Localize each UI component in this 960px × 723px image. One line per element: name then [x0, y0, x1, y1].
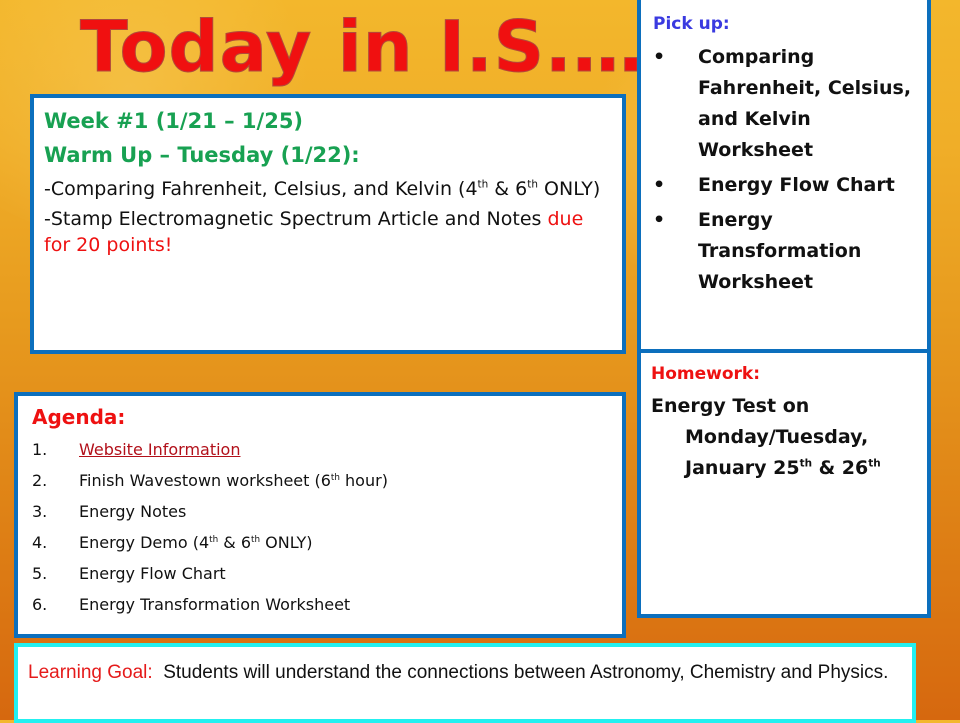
right-panel: Pick up: • Comparing Fahrenheit, Celsius,…: [637, 0, 931, 618]
agenda-heading: Agenda:: [32, 405, 126, 429]
superscript: th: [330, 472, 340, 483]
warmup-item-temperature: -Comparing Fahrenheit, Celsius, and Kelv…: [44, 176, 612, 202]
pickup-list: • Comparing Fahrenheit, Celsius, and Kelv…: [653, 42, 917, 298]
pickup-item: • Energy Transformation Worksheet: [653, 205, 917, 298]
warmup-item-text: ONLY): [537, 178, 601, 200]
warmup-item-text: 6: [515, 178, 528, 200]
agenda-item: 2. Finish Wavestown worksheet (6th hour): [32, 465, 608, 496]
superscript: th: [477, 178, 489, 191]
homework-heading: Homework:: [651, 364, 761, 384]
learning-goal-label: Learning Goal:: [28, 662, 153, 683]
agenda-box: Agenda: 1. Website Information 2. Finish W…: [14, 392, 626, 638]
bullet-icon: •: [653, 46, 666, 68]
superscript: th: [799, 457, 812, 470]
pickup-item: • Energy Flow Chart: [653, 170, 917, 201]
pickup-item: • Comparing Fahrenheit, Celsius, and Kelv…: [653, 42, 917, 166]
bullet-icon: •: [653, 174, 666, 196]
agenda-item-text-part: & 6: [218, 533, 252, 552]
item-number: 5.: [32, 564, 48, 583]
warmup-item-text: 4: [465, 178, 478, 200]
pickup-item-text: Energy Transformation Worksheet: [698, 209, 862, 293]
agenda-item-text: Energy Transformation Worksheet: [79, 595, 351, 614]
pickup-item-text: Comparing Fahrenheit, Celsius, and Kelvi…: [698, 46, 912, 161]
warmup-item-text: &: [488, 178, 516, 200]
superscript: th: [251, 534, 261, 545]
warmup-item-stamp: -Stamp Electromagnetic Spectrum Article …: [44, 206, 612, 258]
agenda-item: 5. Energy Flow Chart: [32, 558, 608, 589]
learning-goal-box: Learning Goal: Students will understand …: [14, 643, 916, 723]
agenda-item-text-part: ONLY): [260, 533, 313, 552]
learning-goal-text: Students will understand the connections…: [152, 662, 889, 683]
agenda-item: 4. Energy Demo (4th & 6th ONLY): [32, 527, 608, 558]
warmup-item-text: -Stamp Electromagnetic Spectrum Article …: [44, 208, 548, 230]
homework-section: Homework: Energy Test on Monday/Tuesday,…: [641, 353, 927, 484]
pickup-section: Pick up: • Comparing Fahrenheit, Celsius,…: [641, 0, 927, 353]
warmup-item-text: -Comparing Fahrenheit, Celsius, and Kelv…: [44, 178, 466, 200]
week-heading: Week #1 (1/21 – 1/25): [44, 109, 304, 133]
homework-text: Energy Test on Monday/Tuesday, January 2…: [651, 391, 917, 484]
pickup-heading: Pick up:: [653, 14, 730, 34]
slide-title: Today in I.S.…: [80, 6, 644, 89]
agenda-item-text: Finish Wavestown worksheet (6th hour): [79, 465, 388, 496]
agenda-item: 6. Energy Transformation Worksheet: [32, 589, 608, 620]
item-number: 4.: [32, 533, 48, 552]
warmup-heading: Warm Up – Tuesday (1/22):: [44, 143, 360, 167]
item-number: 1.: [32, 440, 48, 459]
agenda-item: 3. Energy Notes: [32, 496, 608, 527]
agenda-item-text: Energy Notes: [79, 502, 187, 521]
superscript: th: [527, 178, 538, 191]
item-number: 6.: [32, 595, 48, 614]
item-number: 3.: [32, 502, 48, 521]
agenda-item-text: Energy Demo (4th & 6th ONLY): [79, 527, 313, 558]
pickup-item-text: Energy Flow Chart: [698, 174, 895, 196]
agenda-item-text: Energy Flow Chart: [79, 564, 226, 583]
agenda-item: 1. Website Information: [32, 434, 608, 465]
warmup-box: Week #1 (1/21 – 1/25) Warm Up – Tuesday …: [30, 94, 626, 354]
agenda-item-text-part: hour): [339, 471, 388, 490]
agenda-item-text-part: Energy Demo (4: [79, 533, 210, 552]
agenda-list: 1. Website Information 2. Finish Wavestown…: [32, 434, 608, 620]
homework-text-main: & 26: [812, 457, 869, 479]
agenda-item-text-part: Finish Wavestown worksheet (6: [79, 471, 331, 490]
superscript: th: [209, 534, 219, 545]
bullet-icon: •: [653, 209, 666, 231]
website-information-link[interactable]: Website Information: [79, 434, 240, 465]
item-number: 2.: [32, 471, 48, 490]
superscript: th: [868, 457, 881, 470]
